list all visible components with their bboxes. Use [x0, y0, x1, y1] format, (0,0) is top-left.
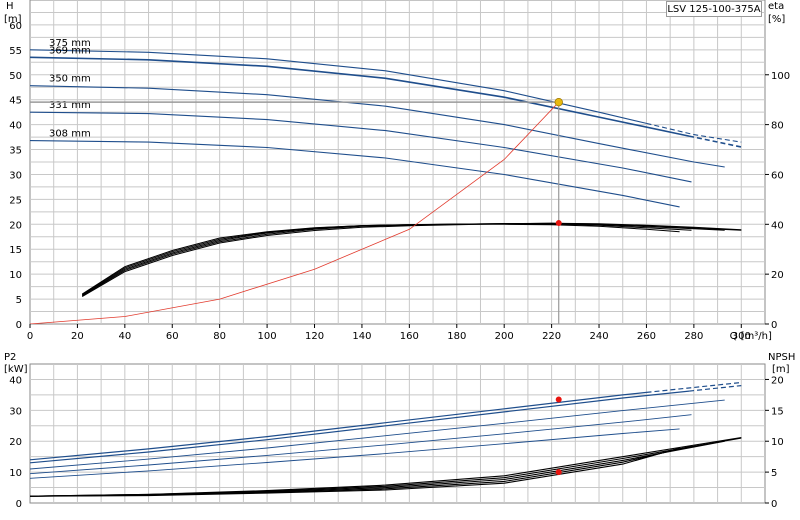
head-panel-right-tick-label: 80 [771, 121, 784, 132]
head-panel-right-tick-label: 100 [771, 71, 790, 82]
p2-axis-unit: [kW] [4, 364, 28, 375]
impeller-diameter-label: 350 mm [49, 74, 91, 85]
x-tick-label: 60 [166, 331, 179, 342]
head-panel-right-tick-label: 60 [771, 170, 784, 181]
x-tick-label: 280 [684, 331, 703, 342]
head-panel-left-tick-label: 15 [9, 245, 22, 256]
x-tick-label: 100 [258, 331, 277, 342]
power-panel-right-tick-label: 20 [771, 375, 784, 386]
power-panel-left-tick-label: 10 [9, 468, 22, 479]
head-panel-right-tick-label: 0 [771, 320, 777, 331]
efficiency-point-marker [555, 220, 562, 227]
x-tick-label: 160 [400, 331, 419, 342]
duty-point-marker [554, 97, 563, 107]
head-panel-left-tick-label: 10 [9, 270, 22, 281]
x-tick-label: 260 [637, 331, 656, 342]
eta-axis-unit: [%] [768, 14, 785, 25]
head-panel-left-tick-label: 45 [9, 96, 22, 107]
eta-axis-title: eta [768, 1, 784, 12]
npsh-axis-unit: [m] [772, 364, 790, 375]
head-panel-left-tick-label: 30 [9, 170, 22, 181]
power-panel-left-tick-label: 40 [9, 375, 22, 386]
x-tick-label: 40 [118, 331, 131, 342]
impeller-diameter-label: 369 mm [49, 45, 91, 56]
head-panel-left-tick-label: 50 [9, 71, 22, 82]
x-tick-label: 80 [213, 331, 226, 342]
power-panel-right-tick-label: 10 [771, 437, 784, 448]
head-panel-left-tick-label: 5 [16, 295, 22, 306]
model-label: LSV 125-100-375A [666, 1, 762, 17]
power-panel-right-tick-label: 0 [771, 499, 777, 510]
power-panel-left-tick-label: 30 [9, 406, 22, 417]
power-panel-left-tick-label: 20 [9, 437, 22, 448]
power-panel-right-tick-label: 5 [771, 468, 777, 479]
x-axis-title: Q [m³/h] [730, 331, 772, 342]
npsh-point-marker [555, 469, 562, 476]
head-panel-right-tick-label: 20 [771, 270, 784, 281]
x-tick-label: 0 [27, 331, 33, 342]
head-axis-unit: [m] [4, 14, 22, 25]
x-tick-label: 240 [589, 331, 608, 342]
npsh-axis-title: NPSH [768, 352, 795, 363]
x-tick-label: 200 [495, 331, 514, 342]
head-panel-left-tick-label: 35 [9, 146, 22, 157]
x-tick-label: 180 [447, 331, 466, 342]
power-point-marker [555, 396, 562, 403]
x-tick-label: 20 [71, 331, 84, 342]
head-panel-left-tick-label: 25 [9, 195, 22, 206]
impeller-diameter-label: 308 mm [49, 129, 91, 140]
x-tick-label: 120 [305, 331, 324, 342]
power-panel-frame [29, 363, 766, 504]
head-panel-left-tick-label: 55 [9, 46, 22, 57]
head-panel-left-tick-label: 20 [9, 220, 22, 231]
pump-curve-chart: 0510152025303540455055600204060801000102… [4, 0, 795, 510]
head-panel-left-tick-label: 40 [9, 121, 22, 132]
p2-axis-title: P2 [4, 352, 16, 363]
x-tick-label: 220 [542, 331, 561, 342]
head-axis-title: H [6, 1, 14, 12]
power-panel-right-tick-label: 15 [771, 406, 784, 417]
x-tick-label: 140 [352, 331, 371, 342]
head-panel-left-tick-label: 0 [16, 320, 22, 331]
power-panel-left-tick-label: 0 [16, 499, 22, 510]
head-panel-right-tick-label: 40 [771, 220, 784, 231]
